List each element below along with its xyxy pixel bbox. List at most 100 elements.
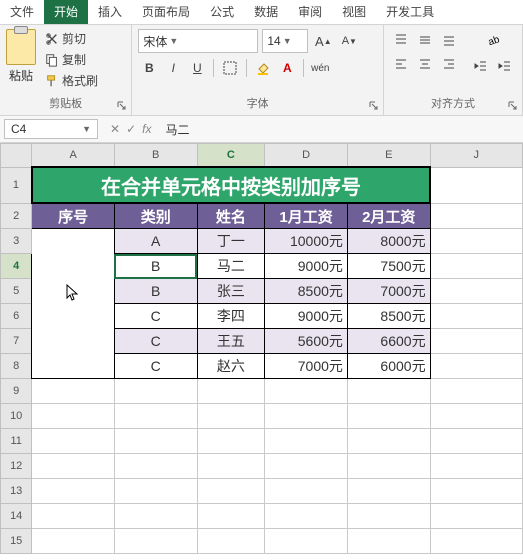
empty-cell[interactable] — [347, 404, 430, 429]
table-cell[interactable]: 6000元 — [347, 354, 430, 379]
empty-cell[interactable] — [430, 529, 522, 554]
row-header[interactable]: 15 — [1, 529, 32, 554]
empty-cell[interactable] — [114, 504, 197, 529]
empty-cell[interactable] — [114, 529, 197, 554]
empty-cell[interactable] — [197, 504, 265, 529]
empty-cell[interactable] — [114, 479, 197, 504]
tab-formula[interactable]: 公式 — [200, 0, 244, 24]
empty-cell[interactable] — [197, 479, 265, 504]
table-cell[interactable]: 9000元 — [265, 254, 348, 279]
empty-cell[interactable] — [430, 504, 522, 529]
row-header[interactable]: 3 — [1, 229, 32, 254]
row-header[interactable]: 8 — [1, 354, 32, 379]
table-cell[interactable]: A — [114, 229, 197, 254]
align-top-button[interactable] — [390, 29, 412, 51]
empty-cell[interactable] — [197, 404, 265, 429]
table-cell[interactable]: C — [114, 354, 197, 379]
empty-cell[interactable] — [347, 454, 430, 479]
empty-cell[interactable] — [114, 404, 197, 429]
format-painter-button[interactable]: 格式刷 — [42, 71, 101, 90]
table-cell[interactable]: 7000元 — [347, 279, 430, 304]
row-header[interactable]: 9 — [1, 379, 32, 404]
align-middle-button[interactable] — [414, 29, 436, 51]
table-cell[interactable]: 10000元 — [265, 229, 348, 254]
italic-button[interactable]: I — [162, 57, 184, 79]
cut-button[interactable]: 剪切 — [42, 29, 101, 48]
tab-layout[interactable]: 页面布局 — [132, 0, 200, 24]
empty-cell[interactable] — [114, 379, 197, 404]
row-header[interactable]: 11 — [1, 429, 32, 454]
empty-cell[interactable] — [347, 379, 430, 404]
worksheet[interactable]: ABCDEJ1在合并单元格中按类别加序号2序号类别姓名1月工资2月工资3A丁一1… — [0, 143, 523, 560]
table-cell[interactable]: 赵六 — [197, 354, 265, 379]
tab-review[interactable]: 审阅 — [288, 0, 332, 24]
table-cell[interactable]: C — [114, 329, 197, 354]
empty-cell[interactable] — [430, 454, 522, 479]
row-header[interactable]: 6 — [1, 304, 32, 329]
table-cell[interactable]: 8500元 — [347, 304, 430, 329]
font-size-select[interactable]: 14▼ — [262, 29, 308, 53]
empty-cell[interactable] — [32, 379, 115, 404]
tab-insert[interactable]: 插入 — [88, 0, 132, 24]
serial-merged-cell[interactable] — [32, 229, 115, 379]
empty-cell[interactable] — [265, 454, 348, 479]
table-header-cell[interactable]: 序号 — [32, 203, 115, 229]
empty-cell[interactable] — [32, 504, 115, 529]
table-header-cell[interactable]: 类别 — [114, 203, 197, 229]
empty-cell[interactable] — [265, 429, 348, 454]
align-bottom-button[interactable] — [438, 29, 460, 51]
increase-indent-button[interactable] — [494, 55, 516, 77]
formula-input[interactable]: 马二 — [159, 121, 523, 138]
empty-cell[interactable] — [347, 479, 430, 504]
border-button[interactable] — [219, 57, 241, 79]
tab-home[interactable]: 开始 — [44, 0, 88, 24]
empty-cell[interactable] — [265, 404, 348, 429]
empty-cell[interactable] — [32, 454, 115, 479]
empty-cell[interactable] — [32, 429, 115, 454]
table-cell[interactable]: 张三 — [197, 279, 265, 304]
empty-cell[interactable] — [265, 504, 348, 529]
clipboard-dialog-launcher[interactable] — [115, 99, 129, 113]
title-cell[interactable]: 在合并单元格中按类别加序号 — [32, 167, 430, 203]
table-cell[interactable]: 8500元 — [265, 279, 348, 304]
empty-cell[interactable] — [197, 379, 265, 404]
empty-cell[interactable] — [430, 479, 522, 504]
tab-file[interactable]: 文件 — [0, 0, 44, 24]
row-header[interactable]: 13 — [1, 479, 32, 504]
phonetic-button[interactable]: wén — [309, 57, 331, 79]
empty-cell[interactable] — [32, 529, 115, 554]
row-header[interactable]: 14 — [1, 504, 32, 529]
column-header[interactable]: C — [197, 144, 265, 168]
empty-cell[interactable] — [430, 379, 522, 404]
bold-button[interactable]: B — [138, 57, 160, 79]
table-cell[interactable]: 李四 — [197, 304, 265, 329]
row-header[interactable]: 5 — [1, 279, 32, 304]
paste-button[interactable]: 粘贴 — [6, 29, 36, 90]
empty-cell[interactable] — [265, 379, 348, 404]
row-header[interactable]: 1 — [1, 167, 32, 203]
row-header[interactable]: 10 — [1, 404, 32, 429]
row-header[interactable]: 2 — [1, 203, 32, 229]
decrease-font-button[interactable]: A▼ — [338, 30, 360, 52]
align-right-button[interactable] — [438, 53, 460, 75]
table-cell[interactable]: C — [114, 304, 197, 329]
row-header[interactable]: 12 — [1, 454, 32, 479]
table-header-cell[interactable]: 2月工资 — [347, 203, 430, 229]
decrease-indent-button[interactable] — [470, 55, 492, 77]
row-header[interactable]: 7 — [1, 329, 32, 354]
row-header[interactable]: 4 — [1, 254, 32, 279]
table-cell[interactable]: 9000元 — [265, 304, 348, 329]
increase-font-button[interactable]: A▲ — [312, 30, 334, 52]
table-cell[interactable]: 7500元 — [347, 254, 430, 279]
empty-cell[interactable] — [430, 429, 522, 454]
empty-cell[interactable] — [197, 529, 265, 554]
fx-button[interactable]: fx — [142, 122, 151, 136]
enter-formula-button[interactable]: ✓ — [126, 122, 136, 136]
table-cell[interactable]: 6600元 — [347, 329, 430, 354]
font-name-select[interactable]: 宋体▼ — [138, 29, 258, 53]
table-cell[interactable]: B — [114, 254, 197, 279]
empty-cell[interactable] — [114, 454, 197, 479]
empty-cell[interactable] — [114, 429, 197, 454]
orientation-button[interactable]: ab — [470, 29, 516, 51]
empty-cell[interactable] — [347, 529, 430, 554]
